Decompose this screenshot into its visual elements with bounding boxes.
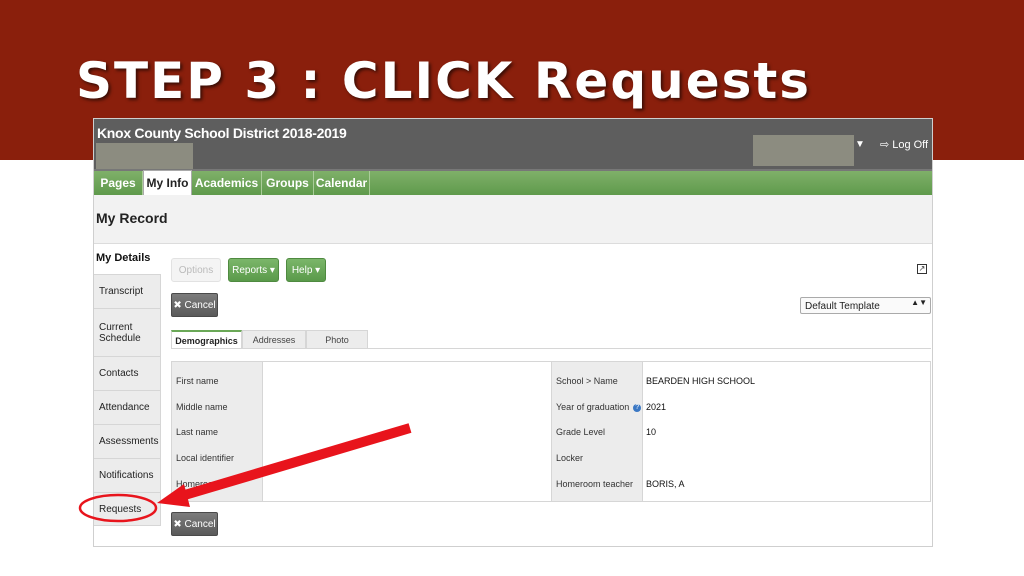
last-name-label: Last name [176,427,219,437]
first-name-label: First name [176,376,219,386]
grade-level-label: Grade Level [556,427,606,437]
reports-button[interactable]: Reports ▾ [228,258,279,282]
school-name-label: School > Name [556,376,618,386]
tab-pages[interactable]: Pages [94,171,143,195]
school-name-value: BEARDEN HIGH SCHOOL [646,376,756,386]
select-arrows-icon: ▲▼ [911,298,927,307]
locker-label: Locker [556,453,584,463]
district-title: Knox County School District 2018-2019 [97,125,347,141]
sidebar-item-contacts[interactable]: Contacts [94,356,161,390]
demographics-form: First name Middle name Last name Local i… [171,361,931,502]
page-title: My Record [96,210,168,226]
side-nav: My Details Transcript Current Schedule C… [94,244,162,546]
cancel-button-top[interactable]: ✖ Cancel [171,293,218,317]
main-tab-bar: Pages My Info Academics Groups Calendar [94,170,932,195]
template-select[interactable]: Default Template ▲▼ [800,297,931,314]
homeroom-label: Homeroom [176,479,221,489]
tab-addresses[interactable]: Addresses [242,330,306,349]
options-button[interactable]: Options [171,258,221,282]
redacted-user-menu[interactable] [753,135,854,166]
slide-title: STEP 3 : CLICK Requests [76,52,812,110]
cancel-button-bottom[interactable]: ✖ Cancel [171,512,218,536]
tab-photo[interactable]: Photo [306,330,368,349]
middle-name-label: Middle name [176,402,228,412]
tab-calendar[interactable]: Calendar [314,171,370,195]
sidebar-item-transcript[interactable]: Transcript [94,274,161,308]
page-header: My Record [94,195,932,244]
log-off-icon: ⇨ [880,139,890,151]
homeroom-teacher-value: BORIS, A [646,479,685,489]
sidebar-item-attendance[interactable]: Attendance [94,390,161,424]
local-identifier-label: Local identifier [176,453,235,463]
help-info-icon[interactable]: ? [633,403,642,412]
template-select-value: Default Template [805,301,880,312]
help-button[interactable]: Help ▾ [286,258,326,282]
tab-academics[interactable]: Academics [192,171,262,195]
tab-demographics[interactable]: Demographics [171,330,242,349]
year-of-graduation-label: Year of graduation? [556,402,642,412]
tab-my-info[interactable]: My Info [143,170,192,195]
app-screenshot: Knox County School District 2018-2019 ▼ … [93,118,933,547]
sidebar-item-current-schedule[interactable]: Current Schedule [94,308,161,356]
grade-level-value: 10 [646,427,657,437]
year-of-graduation-value: 2021 [646,402,667,412]
user-menu-caret-icon[interactable]: ▼ [855,139,865,150]
log-off-label: Log Off [892,139,929,151]
side-nav-heading[interactable]: My Details [96,252,150,264]
tab-groups[interactable]: Groups [262,171,314,195]
homeroom-teacher-label: Homeroom teacher [556,479,634,489]
sidebar-item-assessments[interactable]: Assessments [94,424,161,458]
redacted-user-block [96,143,193,171]
subtab-underline [171,348,931,349]
sidebar-item-notifications[interactable]: Notifications [94,458,161,492]
log-off-link[interactable]: ⇨ Log Off [880,138,928,151]
year-of-graduation-text: Year of graduation [556,402,630,412]
popout-icon[interactable]: ↗ [917,264,927,274]
app-header: Knox County School District 2018-2019 ▼ … [94,119,932,171]
sidebar-item-requests[interactable]: Requests [94,492,161,526]
